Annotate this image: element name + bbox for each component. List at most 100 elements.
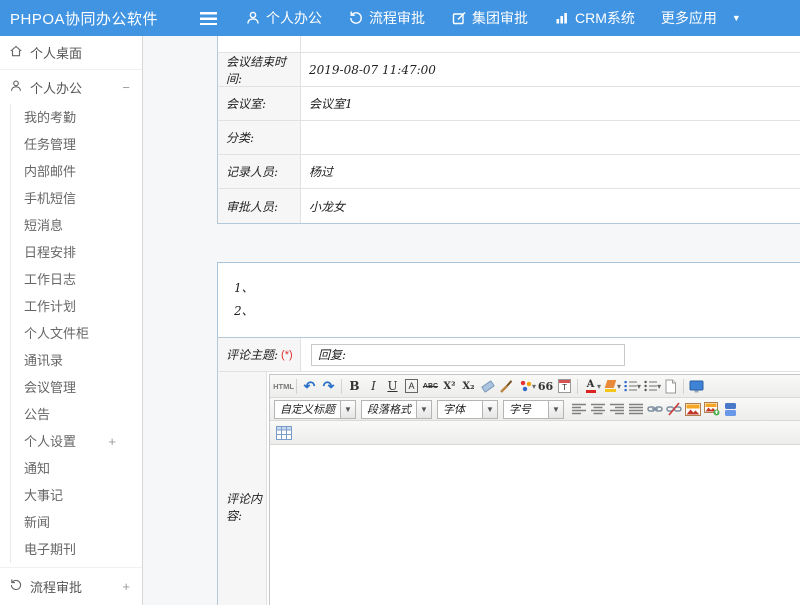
sidebar-item-personal-settings[interactable]: 个人设置+ [24, 428, 142, 455]
editor-content-area[interactable] [270, 445, 800, 605]
underline-button[interactable]: U [383, 377, 402, 396]
caret-down-icon[interactable]: ▼ [416, 401, 431, 418]
sidebar-subtree: 我的考勤 任务管理 内部邮件 手机短信 短消息 日程安排 工作日志 工作计划 个… [10, 104, 142, 563]
char-border-button[interactable]: A [402, 377, 421, 396]
table-row-end-time: 会议结束时间: 2019-08-07 11:47:00 [218, 53, 800, 87]
insert-image-button[interactable] [683, 400, 702, 419]
strikethrough-button[interactable]: ABC [421, 377, 440, 396]
row-value [301, 121, 800, 154]
expand-icon[interactable]: + [122, 579, 130, 594]
sidebar-item-personal-desktop[interactable]: 个人桌面 [0, 36, 142, 70]
eraser-icon [481, 380, 495, 393]
ordered-list-icon [623, 379, 638, 393]
font-size-select[interactable]: 字号▼ [503, 400, 564, 419]
sidebar-item-label: 电子期刊 [24, 542, 76, 557]
remove-format-button[interactable] [478, 377, 497, 396]
sidebar-item-short-message[interactable]: 短消息 [24, 212, 142, 239]
sidebar-item-personal-files[interactable]: 个人文件柜 [24, 320, 142, 347]
caret-down-icon[interactable]: ▼ [482, 401, 497, 418]
select-value: 段落格式 [362, 401, 416, 418]
paragraph-format-select[interactable]: 段落格式▼ [361, 400, 432, 419]
toolbar-separator [577, 379, 578, 394]
font-family-select[interactable]: 字体▼ [437, 400, 498, 419]
comment-content-label: 评论内容: [218, 372, 267, 605]
sidebar-item-label: 内部邮件 [24, 164, 76, 179]
row-label: 分类: [218, 121, 301, 154]
sidebar-item-contacts[interactable]: 通讯录 [24, 347, 142, 374]
align-left-icon [572, 403, 586, 415]
source-code-button[interactable]: HTML [274, 377, 293, 396]
sidebar-item-label: 工作计划 [24, 299, 76, 314]
sidebar-item-my-attendance[interactable]: 我的考勤 [24, 104, 142, 131]
nav-item-more-apps[interactable]: 更多应用 ▼ [661, 8, 741, 28]
superscript-button[interactable]: X² [440, 377, 459, 396]
subscript-button[interactable]: X₂ [459, 377, 478, 396]
undo-button[interactable]: ↶ [300, 377, 319, 396]
sidebar-item-label: 流程审批 [30, 577, 82, 596]
sidebar-item-task-management[interactable]: 任务管理 [24, 131, 142, 158]
align-right-button[interactable] [607, 400, 626, 419]
sidebar-item-schedule[interactable]: 日程安排 [24, 239, 142, 266]
nav-item-group-approval[interactable]: 集团审批 [451, 8, 528, 28]
user-icon [9, 79, 23, 96]
remove-link-button[interactable] [664, 400, 683, 419]
font-color-icon: A [586, 380, 596, 393]
top-nav: 个人办公 流程审批 集团审批 CRM系统 更多应用 ▼ [245, 8, 767, 28]
caret-down-icon[interactable]: ▼ [340, 401, 355, 418]
custom-heading-select[interactable]: 自定义标题▼ [274, 400, 356, 419]
nav-item-workflow-approval[interactable]: 流程审批 [348, 8, 425, 28]
sidebar-item-workflow-approval[interactable]: 流程审批 + [0, 567, 142, 605]
sidebar-item-meeting-management[interactable]: 会议管理 [24, 374, 142, 401]
nav-item-personal-office[interactable]: 个人办公 [245, 8, 322, 28]
upload-image-button[interactable] [702, 400, 721, 419]
sidebar-item-label: 通讯录 [24, 353, 63, 368]
template-icon: T [558, 379, 571, 393]
table-row-meeting-room: 会议室: 会议室1 [218, 87, 800, 121]
boxed-a-icon: A [405, 379, 418, 393]
sidebar-item-internal-mail[interactable]: 内部邮件 [24, 158, 142, 185]
blockquote-button[interactable]: 66 [536, 377, 555, 396]
sidebar-item-work-diary[interactable]: 工作日志 [24, 266, 142, 293]
insert-media-button[interactable] [721, 400, 740, 419]
align-justify-button[interactable] [626, 400, 645, 419]
caret-down-icon: ▼ [732, 13, 741, 23]
sidebar-item-label: 大事记 [24, 488, 63, 503]
sidebar-item-memorabilia[interactable]: 大事记 [24, 482, 142, 509]
insert-template-button[interactable]: T [555, 377, 574, 396]
nav-item-crm[interactable]: CRM系统 [554, 8, 635, 28]
sidebar-item-notice[interactable]: 通知 [24, 455, 142, 482]
toolbar-separator [683, 379, 684, 394]
new-page-button[interactable] [661, 377, 680, 396]
top-navbar: PHPOA协同办公软件 个人办公 流程审批 集团审批 CRM系统 更多应用 ▼ [0, 0, 800, 36]
sidebar-item-personal-office[interactable]: 个人办公 − [0, 70, 142, 104]
format-brush-button[interactable] [497, 377, 516, 396]
toolbar-separator [296, 379, 297, 394]
sidebar-item-work-plan[interactable]: 工作计划 [24, 293, 142, 320]
insert-link-button[interactable] [645, 400, 664, 419]
caret-down-icon[interactable]: ▼ [548, 401, 563, 418]
editor-toolbar-row-1: HTML ↶ ↷ B I U A ABC X² X₂ [270, 375, 800, 398]
row-label-cell [218, 36, 301, 52]
collapse-icon[interactable]: − [122, 80, 130, 95]
align-center-icon [591, 403, 605, 415]
comment-subject-label: 评论主题: [226, 346, 278, 363]
fullscreen-button[interactable] [687, 377, 706, 396]
table-icon [276, 426, 292, 440]
align-center-button[interactable] [588, 400, 607, 419]
align-left-button[interactable] [569, 400, 588, 419]
history-icon [348, 10, 364, 26]
sidebar-item-sms[interactable]: 手机短信 [24, 185, 142, 212]
italic-button[interactable]: I [364, 377, 383, 396]
sidebar-item-e-journal[interactable]: 电子期刊 [24, 536, 142, 563]
sidebar-item-announcement[interactable]: 公告 [24, 401, 142, 428]
bold-button[interactable]: B [345, 377, 364, 396]
row-value-cell: HTML ↶ ↷ B I U A ABC X² X₂ [267, 372, 800, 605]
comment-subject-input[interactable] [311, 344, 625, 366]
nav-label: 集团审批 [472, 8, 528, 28]
insert-table-button[interactable] [274, 423, 293, 442]
hamburger-menu-icon[interactable] [200, 12, 217, 25]
sidebar-item-news[interactable]: 新闻 [24, 509, 142, 536]
redo-button[interactable]: ↷ [319, 377, 338, 396]
row-value-cell [301, 338, 800, 371]
expand-icon[interactable]: + [108, 428, 116, 455]
